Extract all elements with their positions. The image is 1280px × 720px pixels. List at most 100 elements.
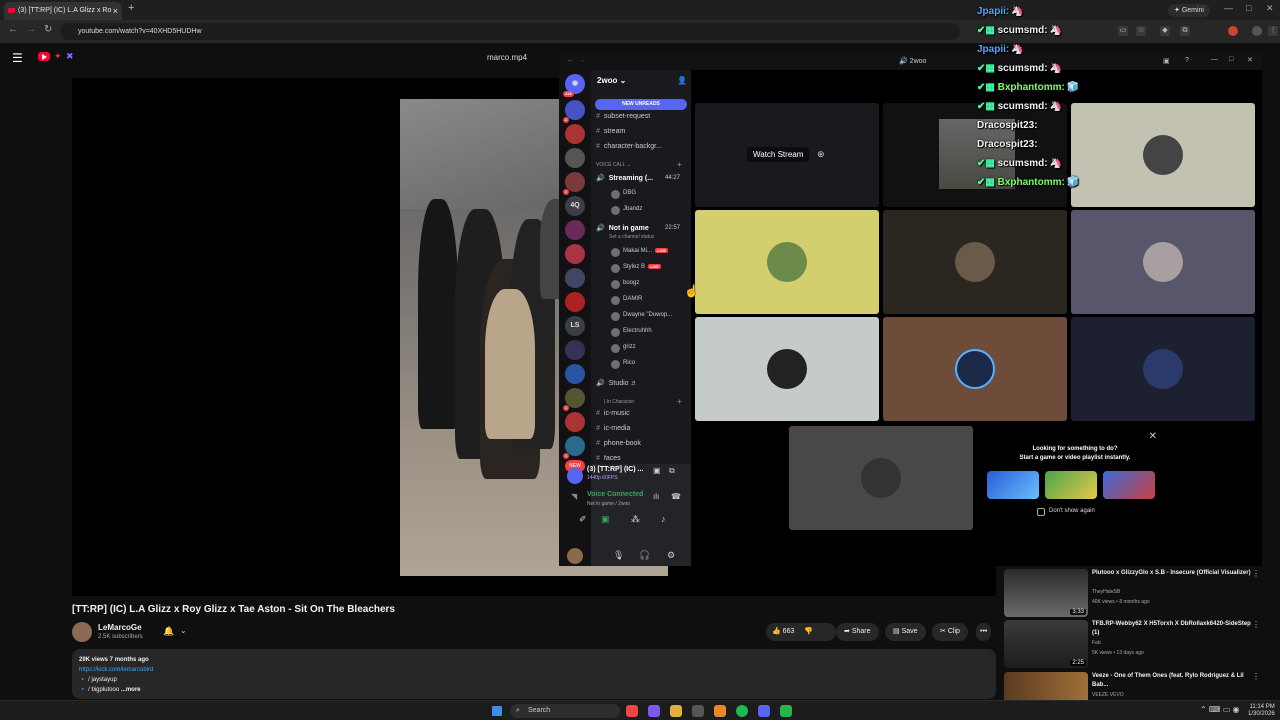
server-icon[interactable] bbox=[565, 292, 585, 312]
inbox-icon[interactable]: ▣ bbox=[1163, 57, 1170, 65]
clip-button[interactable]: ✂ Clip bbox=[932, 623, 968, 641]
voice-user[interactable]: Stylez B LIVE bbox=[611, 264, 661, 273]
channel-name[interactable]: LeMarcoGe bbox=[98, 623, 142, 632]
description-more[interactable]: ...more bbox=[121, 687, 141, 693]
discord-taskbar-icon[interactable] bbox=[758, 705, 770, 717]
channel-ic-media[interactable]: # ic-media bbox=[596, 425, 630, 432]
activity-bloxd[interactable] bbox=[1045, 471, 1097, 499]
extensions-puzzle-icon[interactable]: ⧉ bbox=[1180, 26, 1190, 36]
video-thumbnail[interactable] bbox=[1004, 672, 1088, 700]
voice-user[interactable]: DAMIR bbox=[611, 296, 642, 305]
video-thumbnail[interactable]: 2:25 bbox=[1004, 620, 1088, 668]
close-icon[interactable]: ✕ bbox=[1247, 56, 1253, 64]
channel-avatar[interactable] bbox=[72, 622, 92, 642]
help-icon[interactable]: ? bbox=[1185, 57, 1189, 64]
voice-channel-not-in-game[interactable]: 🔊 Not in game bbox=[596, 224, 649, 232]
app-taskbar-icon[interactable] bbox=[648, 705, 660, 717]
new-tab-icon[interactable]: + bbox=[128, 2, 134, 14]
channel-character-background[interactable]: # character-backgr... bbox=[596, 143, 662, 150]
user-tile[interactable] bbox=[695, 317, 879, 421]
install-icon[interactable]: ▭ bbox=[1118, 26, 1128, 36]
chrome-menu-icon[interactable]: ⋮ bbox=[1268, 26, 1278, 36]
thumbs-down-icon[interactable]: 👎 bbox=[804, 628, 813, 635]
microphone-icon[interactable]: 🎙 bbox=[613, 550, 624, 561]
recommended-title[interactable]: TFB.RP-Webby62 X H5Torxh X DbRollaxk6420… bbox=[1092, 620, 1252, 638]
kebab-menu-icon[interactable]: ⋮ bbox=[1252, 620, 1260, 629]
server-icon[interactable]: 2 bbox=[563, 100, 585, 123]
activities-icon[interactable]: ⁂ bbox=[631, 514, 640, 525]
add-channel-icon[interactable]: + bbox=[677, 160, 682, 169]
server-icon[interactable] bbox=[565, 268, 585, 288]
channel-faces[interactable]: # faces bbox=[596, 455, 621, 462]
recommended-title[interactable]: Veeze - One of Them Ones (feat. Rylo Rod… bbox=[1092, 672, 1252, 690]
activity-blackjack[interactable] bbox=[1103, 471, 1155, 499]
noise-suppression-icon[interactable]: ılı bbox=[653, 492, 659, 501]
server-icon[interactable]: LS bbox=[565, 316, 585, 336]
recommended-channel[interactable]: TheyHateSB bbox=[1092, 589, 1120, 595]
popout-icon[interactable]: ⧉ bbox=[669, 466, 675, 476]
user-tile[interactable] bbox=[1071, 317, 1255, 421]
server-icon[interactable] bbox=[565, 244, 585, 264]
app-taskbar-icon[interactable] bbox=[714, 705, 726, 717]
stream-tile[interactable] bbox=[883, 103, 1067, 207]
gemini-button[interactable]: ✦ Gemini bbox=[1168, 4, 1210, 17]
voice-user[interactable]: DBG bbox=[611, 190, 636, 199]
window-close-icon[interactable]: ✕ bbox=[1266, 3, 1274, 14]
recommended-channel[interactable]: Fab bbox=[1092, 640, 1101, 646]
new-unreads-pill[interactable]: NEW UNREADS bbox=[595, 99, 687, 110]
user-tile[interactable] bbox=[1071, 103, 1255, 207]
watch-stream-button[interactable]: Watch Stream bbox=[747, 147, 810, 162]
stream-tile[interactable]: Watch Stream ⊕ bbox=[695, 103, 879, 207]
chevron-down-icon[interactable]: ⌄ bbox=[180, 626, 187, 635]
close-icon[interactable]: ✕ bbox=[1149, 431, 1157, 442]
app-taskbar-icon[interactable] bbox=[780, 705, 792, 717]
extension-icon[interactable]: ◆ bbox=[1160, 26, 1170, 36]
recommended-video[interactable]: Veeze - One of Them Ones (feat. Rylo Rod… bbox=[1004, 672, 1264, 700]
system-tray-icons[interactable]: ⌃ ⌨ ▭ ◉ bbox=[1200, 705, 1239, 714]
channel-ic-music[interactable]: # ic-music bbox=[596, 410, 630, 417]
video-thumbnail[interactable]: 3:33 bbox=[1004, 569, 1088, 617]
popout-stream-icon[interactable]: ⊕ bbox=[817, 149, 825, 160]
server-icon[interactable] bbox=[565, 340, 585, 360]
file-explorer-icon[interactable] bbox=[670, 705, 682, 717]
server-icon[interactable] bbox=[565, 148, 585, 168]
voice-channel-studio[interactable]: 🔊 Studio ♬ bbox=[596, 379, 638, 387]
more-actions-button[interactable]: ••• bbox=[976, 623, 992, 641]
recommended-video[interactable]: 3:33 Plutooo x GlizzyGlo x S.B - Insecur… bbox=[1004, 569, 1264, 617]
server-icon[interactable]: 1 bbox=[563, 436, 585, 459]
server-icon[interactable]: 1 bbox=[563, 172, 585, 195]
voice-user[interactable]: Dwayne "Duwop... bbox=[611, 312, 672, 321]
voice-user[interactable]: Makai Mi... LIVE bbox=[611, 248, 668, 257]
app-taskbar-icon[interactable] bbox=[692, 705, 704, 717]
close-tab-icon[interactable]: × bbox=[113, 2, 118, 20]
spotify-icon[interactable] bbox=[736, 705, 748, 717]
server-icon[interactable] bbox=[565, 220, 585, 240]
description-box[interactable]: 29K views 7 months ago https://kick.com/… bbox=[72, 649, 996, 699]
address-bar[interactable]: youtube.com/watch?v=40XHD5HUDHw bbox=[60, 23, 960, 40]
like-button[interactable]: 👍 663 👎 bbox=[766, 623, 836, 641]
bookmark-star-icon[interactable]: ☆ bbox=[1136, 26, 1146, 36]
minimize-icon[interactable]: — bbox=[1224, 3, 1233, 13]
voice-channel-streaming[interactable]: 🔊 Streaming (... bbox=[596, 174, 653, 182]
recommended-title[interactable]: Plutooo x GlizzyGlo x S.B - Insecure (Of… bbox=[1092, 569, 1252, 578]
user-tile[interactable] bbox=[1071, 210, 1255, 314]
screen-share-icon[interactable]: ▣ bbox=[653, 466, 661, 475]
back-arrow-icon[interactable]: ← bbox=[567, 57, 574, 64]
settings-gear-icon[interactable]: ⚙ bbox=[667, 550, 675, 561]
headphones-icon[interactable]: 🎧 bbox=[639, 550, 650, 561]
description-line[interactable]: 🔹 / bigplutooo bbox=[79, 687, 119, 693]
minimize-icon[interactable]: — bbox=[1211, 56, 1218, 63]
server-icon[interactable]: 4Q bbox=[565, 196, 585, 216]
server-icon[interactable] bbox=[565, 364, 585, 384]
save-button[interactable]: ▤ Save bbox=[885, 623, 926, 641]
kebab-menu-icon[interactable]: ⋮ bbox=[1252, 569, 1260, 578]
recommended-channel[interactable]: VEEZE VEVO bbox=[1092, 692, 1124, 698]
category-voice-call[interactable]: VOICE CALL ⌄ bbox=[596, 162, 631, 168]
add-friend-icon[interactable]: 👤 bbox=[677, 76, 687, 85]
recommended-video[interactable]: 2:25 TFB.RP-Webby62 X H5Torxh X DbRollax… bbox=[1004, 620, 1264, 668]
disconnect-icon[interactable]: ☎ bbox=[671, 492, 681, 501]
channel-status[interactable]: Set a channel status bbox=[609, 234, 654, 240]
profile-avatar-2[interactable] bbox=[1252, 26, 1262, 36]
description-link[interactable]: https://kick.com/lemarcobird bbox=[79, 665, 989, 675]
maximize-icon[interactable]: □ bbox=[1246, 3, 1251, 13]
